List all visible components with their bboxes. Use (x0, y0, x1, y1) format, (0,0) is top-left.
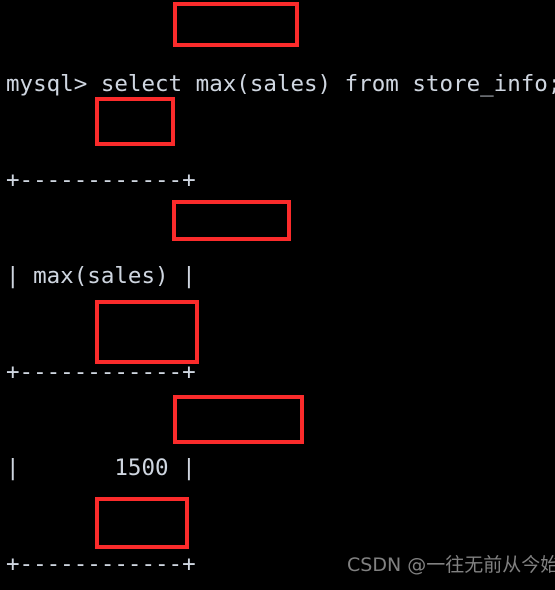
terminal-line: +------------+ (6, 167, 196, 193)
terminal-line: | 1500 | (6, 455, 196, 481)
terminal-window[interactable]: mysql> select max(sales) from store_info… (0, 0, 555, 590)
terminal-line: | max(sales) | (6, 263, 196, 289)
terminal-line: mysql> select max(sales) from store_info… (6, 71, 555, 97)
terminal-output: mysql> select max(sales) from store_info… (6, 4, 555, 590)
terminal-line: +------------+ (6, 359, 196, 385)
csdn-watermark: CSDN @一往无前从今始 (347, 554, 555, 576)
